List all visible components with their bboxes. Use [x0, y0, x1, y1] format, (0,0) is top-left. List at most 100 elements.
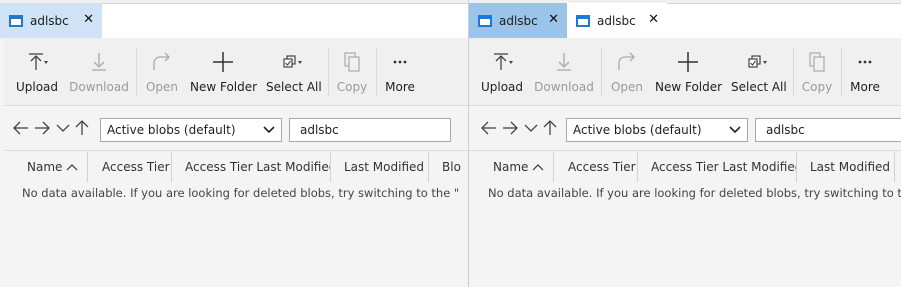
- sort-ascending-icon: [532, 164, 544, 171]
- column-header-access-tier-last-modified[interactable]: Access Tier Last Modified: [172, 152, 331, 182]
- upload-icon: [479, 51, 525, 73]
- container-icon: [576, 14, 590, 27]
- close-tab-icon[interactable]: ✕: [548, 12, 559, 28]
- tab-adlsbc-active[interactable]: adlsbc ✕: [567, 3, 667, 38]
- tab-strip-empty-area: [667, 3, 901, 38]
- download-icon: [533, 51, 595, 73]
- toolbar: Upload Download Open New Folder Select A…: [4, 38, 468, 106]
- column-header-last-modified[interactable]: Last Modified: [331, 152, 429, 182]
- chevron-down-icon: [729, 126, 741, 134]
- more-label: More: [850, 80, 880, 94]
- toolbar-separator: [841, 47, 842, 97]
- select-all-label: Select All: [266, 80, 322, 94]
- forward-arrow-icon[interactable]: [33, 119, 51, 137]
- column-header-last-modified[interactable]: Last Modified: [797, 152, 895, 182]
- download-button[interactable]: Download: [68, 38, 130, 106]
- new-folder-label: New Folder: [190, 80, 258, 94]
- empty-state-message: No data available. If you are looking fo…: [488, 186, 901, 200]
- forward-arrow-icon[interactable]: [501, 119, 519, 137]
- recent-locations-chevron-icon[interactable]: [54, 119, 72, 137]
- tab-strip-empty-area: [102, 3, 468, 38]
- toolbar: Upload Download Open New Folder Select A…: [469, 38, 901, 106]
- tab-adlsbc[interactable]: adlsbc ✕: [469, 3, 567, 38]
- chevron-down-icon: [263, 126, 275, 134]
- download-label: Download: [69, 80, 129, 94]
- tab-adlsbc[interactable]: adlsbc ✕: [0, 3, 102, 38]
- up-arrow-icon[interactable]: [73, 119, 91, 137]
- more-icon: [382, 51, 418, 73]
- tab-strip: adlsbc ✕: [0, 0, 468, 38]
- upload-label: Upload: [15, 80, 59, 94]
- copy-label: Copy: [801, 80, 833, 94]
- upload-label: Upload: [480, 80, 524, 94]
- copy-icon: [334, 51, 370, 73]
- select-all-icon: [266, 51, 320, 73]
- select-all-button[interactable]: Select All: [731, 38, 787, 106]
- tab-title: adlsbc: [30, 13, 69, 28]
- select-all-icon: [731, 51, 785, 73]
- open-label: Open: [145, 80, 179, 94]
- new-folder-button[interactable]: New Folder: [655, 38, 723, 106]
- explorer-pane-right: adlsbc ✕ adlsbc ✕ Upload Download Open N…: [469, 0, 901, 287]
- copy-button[interactable]: Copy: [334, 38, 370, 106]
- path-input[interactable]: [756, 119, 901, 141]
- toolbar-separator: [136, 47, 137, 97]
- close-tab-icon[interactable]: ✕: [83, 12, 94, 28]
- blob-filter-select[interactable]: Active blobs (default): [566, 118, 748, 142]
- sort-ascending-icon: [66, 164, 78, 171]
- new-folder-button[interactable]: New Folder: [190, 38, 258, 106]
- open-label: Open: [610, 80, 644, 94]
- new-folder-label: New Folder: [655, 80, 723, 94]
- path-field[interactable]: [289, 118, 451, 142]
- open-icon: [142, 51, 182, 73]
- select-all-label: Select All: [731, 80, 787, 94]
- more-icon: [847, 51, 883, 73]
- up-arrow-icon[interactable]: [541, 119, 559, 137]
- back-arrow-icon[interactable]: [12, 119, 30, 137]
- upload-icon: [14, 51, 60, 73]
- upload-button[interactable]: Upload: [479, 38, 525, 106]
- blob-filter-value: Active blobs (default): [573, 123, 702, 137]
- navigation-bar: Active blobs (default): [469, 107, 901, 151]
- download-label: Download: [534, 80, 594, 94]
- path-input[interactable]: [290, 119, 450, 141]
- open-button[interactable]: Open: [142, 38, 182, 106]
- blob-filter-value: Active blobs (default): [107, 123, 236, 137]
- column-header-blob-type[interactable]: Blo: [429, 152, 468, 182]
- copy-button[interactable]: Copy: [799, 38, 835, 106]
- more-button[interactable]: More: [382, 38, 418, 106]
- back-arrow-icon[interactable]: [480, 119, 498, 137]
- explorer-pane-left: adlsbc ✕ Upload Download Open New Folder…: [0, 0, 469, 287]
- toolbar-separator: [793, 47, 794, 97]
- plus-icon: [655, 51, 721, 73]
- table-header: Name Access Tier Access Tier Last Modifi…: [480, 152, 901, 182]
- column-header-access-tier[interactable]: Access Tier: [554, 152, 638, 182]
- open-icon: [607, 51, 647, 73]
- column-header-name[interactable]: Name: [14, 152, 88, 182]
- upload-button[interactable]: Upload: [14, 38, 60, 106]
- container-icon: [9, 14, 23, 27]
- close-tab-icon[interactable]: ✕: [648, 12, 659, 28]
- column-header-access-tier-last-modified[interactable]: Access Tier Last Modified: [638, 152, 797, 182]
- copy-icon: [799, 51, 835, 73]
- select-all-button[interactable]: Select All: [266, 38, 322, 106]
- navigation-bar: Active blobs (default): [4, 107, 468, 151]
- blob-filter-select[interactable]: Active blobs (default): [100, 118, 282, 142]
- plus-icon: [190, 51, 256, 73]
- tab-title: adlsbc: [597, 13, 636, 28]
- more-button[interactable]: More: [847, 38, 883, 106]
- table-header: Name Access Tier Access Tier Last Modifi…: [14, 152, 468, 182]
- tab-title: adlsbc: [499, 13, 538, 28]
- recent-locations-chevron-icon[interactable]: [522, 119, 540, 137]
- toolbar-separator: [601, 47, 602, 97]
- toolbar-separator: [376, 47, 377, 97]
- copy-label: Copy: [336, 80, 368, 94]
- more-label: More: [385, 80, 415, 94]
- column-header-name[interactable]: Name: [480, 152, 554, 182]
- open-button[interactable]: Open: [607, 38, 647, 106]
- column-header-access-tier[interactable]: Access Tier: [88, 152, 172, 182]
- path-field[interactable]: [755, 118, 901, 142]
- empty-state-message: No data available. If you are looking fo…: [22, 186, 460, 200]
- toolbar-separator: [328, 47, 329, 97]
- download-button[interactable]: Download: [533, 38, 595, 106]
